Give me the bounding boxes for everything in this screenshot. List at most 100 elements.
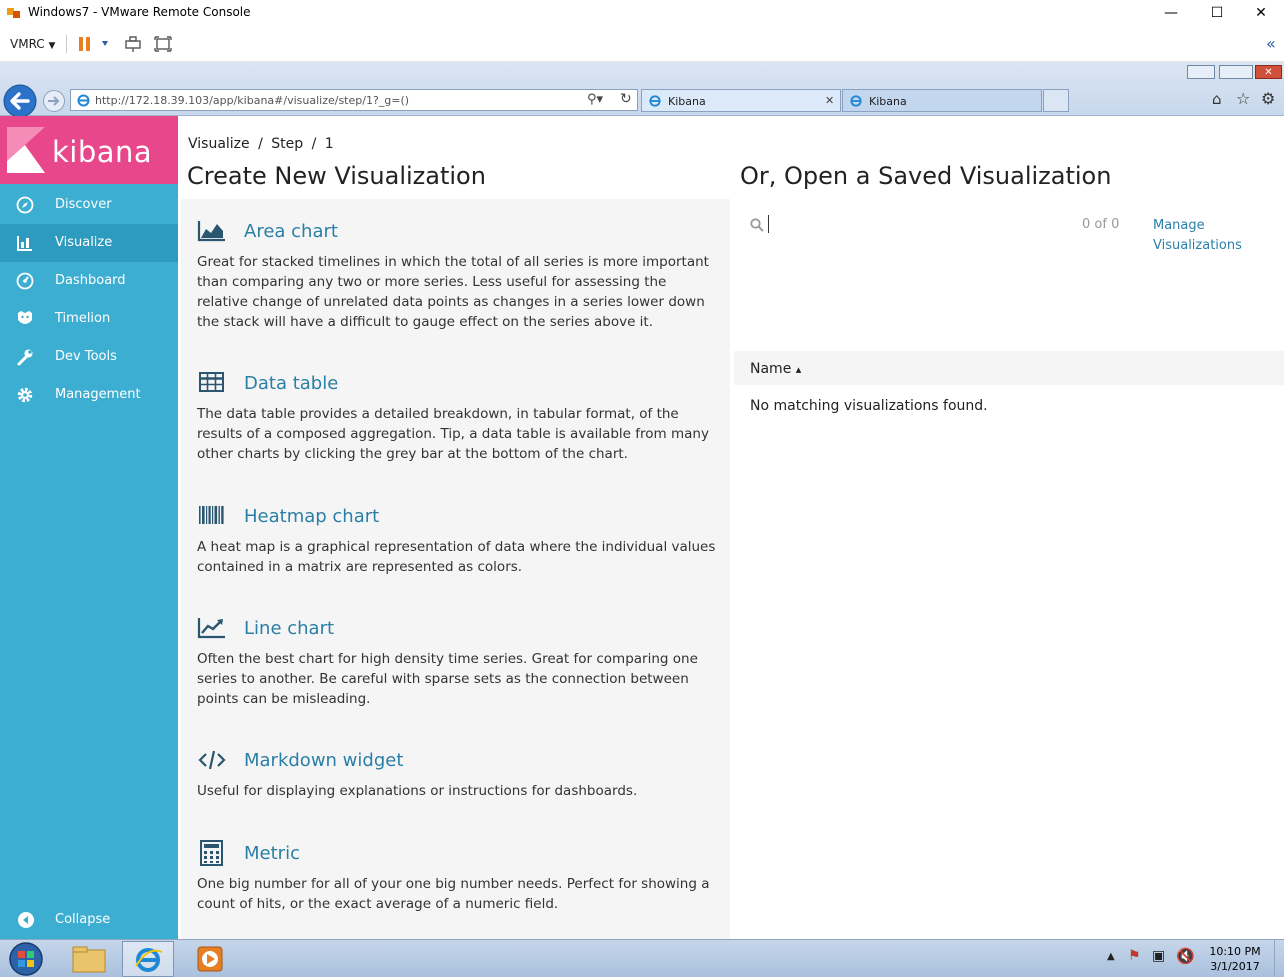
ie-tab-icon: [850, 95, 862, 107]
vmrc-menu-label: VMRC: [10, 37, 45, 51]
collapse-arrow-icon: [18, 912, 34, 928]
calculator-icon: [200, 840, 223, 866]
collapse-toolbar-icon[interactable]: «: [1266, 34, 1276, 53]
fullscreen-icon[interactable]: [154, 35, 172, 53]
sidebar-item-label: Visualize: [55, 235, 113, 250]
kibana-logo-icon: [7, 127, 45, 173]
forward-button[interactable]: [42, 89, 66, 113]
back-button[interactable]: [2, 83, 38, 119]
timelion-icon: [18, 311, 32, 324]
sidebar-item-dashboard[interactable]: Dashboard: [0, 262, 178, 300]
bar-chart-icon: [17, 236, 32, 251]
sidebar-item-label: Timelion: [55, 311, 111, 326]
collapse-button[interactable]: Collapse: [0, 901, 178, 939]
main-content: Visualize / Step / 1 Create New Visualiz…: [178, 116, 1284, 939]
wrench-icon: [17, 349, 33, 366]
breadcrumb: Visualize / Step / 1: [188, 136, 338, 152]
results-count: 0 of 0: [1082, 217, 1120, 232]
saved-visualizations-panel: 0 of 0 Manage Visualizations Name ▴ No m…: [734, 199, 1284, 939]
address-url[interactable]: http://172.18.39.103/app/kibana#/visuali…: [95, 94, 409, 107]
clock-time: 10:10 PM: [1209, 945, 1261, 958]
name-sort-control[interactable]: Name ▴: [750, 361, 801, 377]
sidebar-item-label: Dashboard: [55, 273, 126, 288]
manage-visualizations-link[interactable]: Manage Visualizations: [1153, 216, 1263, 256]
area-chart-icon: [197, 221, 225, 242]
code-icon: [198, 750, 226, 770]
ie-close-button[interactable]: ✕: [1255, 65, 1282, 79]
refresh-icon[interactable]: ↻: [620, 91, 632, 107]
vis-type-title[interactable]: Heatmap chart: [244, 506, 379, 527]
sidebar-item-visualize[interactable]: Visualize: [0, 224, 178, 262]
show-hidden-icons-icon[interactable]: ▲: [1107, 951, 1115, 962]
devices-icon[interactable]: [124, 35, 142, 53]
breadcrumb-separator: /: [311, 136, 317, 152]
close-tab-icon[interactable]: ✕: [825, 94, 834, 107]
pause-button[interactable]: [78, 37, 112, 51]
vis-type-title[interactable]: Area chart: [244, 221, 338, 242]
breadcrumb-step-number: 1: [324, 136, 334, 152]
window-title: Windows7 - VMware Remote Console: [28, 5, 251, 19]
ie-restore-button[interactable]: [1219, 65, 1253, 79]
vis-type-description: A heat map is a graphical representation…: [197, 539, 716, 575]
sidebar-item-dev-tools[interactable]: Dev Tools: [0, 338, 178, 376]
barcode-icon: [199, 506, 224, 524]
text-caret: [768, 215, 769, 233]
volume-muted-icon[interactable]: 🔇: [1176, 947, 1195, 965]
ie-taskbar-button[interactable]: [122, 941, 174, 977]
network-icon[interactable]: ▣: [1152, 948, 1165, 964]
sidebar-item-discover[interactable]: Discover: [0, 186, 178, 224]
sidebar-item-management[interactable]: Management: [0, 376, 178, 414]
ie-page-icon: [77, 94, 90, 107]
vis-type-title[interactable]: Line chart: [244, 618, 334, 639]
system-clock[interactable]: 10:10 PM 3/1/2017: [1200, 944, 1270, 974]
vis-type-description: Useful for displaying explanations or in…: [197, 783, 638, 799]
ie-minimize-button[interactable]: [1187, 65, 1215, 79]
tools-gear-icon[interactable]: ⚙: [1261, 89, 1275, 108]
search-icon: [750, 218, 764, 232]
browser-frame: http://172.18.39.103/app/kibana#/visuali…: [0, 62, 1284, 119]
new-tab-button[interactable]: [1043, 89, 1069, 112]
home-icon[interactable]: ⌂: [1212, 90, 1222, 108]
vis-type-title[interactable]: Markdown widget: [244, 750, 403, 771]
name-column-header[interactable]: Name ▴: [734, 351, 1284, 385]
address-bar[interactable]: http://172.18.39.103/app/kibana#/visuali…: [70, 89, 638, 111]
line-chart-icon: [197, 618, 225, 639]
close-button[interactable]: ✕: [1238, 0, 1284, 26]
search-dropdown-icon[interactable]: ⚲▾: [587, 92, 603, 107]
breadcrumb-separator: /: [258, 136, 263, 152]
toolbar-divider: [66, 35, 67, 53]
tab-label: Kibana: [668, 95, 706, 108]
browser-tab[interactable]: Kibana: [842, 89, 1042, 112]
vis-type-description: The data table provides a detailed break…: [197, 406, 709, 462]
vis-type-title[interactable]: Metric: [244, 843, 300, 864]
vis-type-title[interactable]: Data table: [244, 373, 338, 394]
vis-type-description: Often the best chart for high density ti…: [197, 651, 698, 707]
saved-search-input[interactable]: [766, 211, 1066, 237]
action-center-flag-icon[interactable]: ⚑: [1128, 948, 1141, 964]
create-visualization-title: Create New Visualization: [187, 162, 486, 190]
vis-type-description: One big number for all of your one big n…: [197, 876, 710, 912]
media-player-icon[interactable]: [196, 945, 224, 973]
minimize-button[interactable]: —: [1148, 0, 1194, 26]
breadcrumb-visualize[interactable]: Visualize: [188, 136, 250, 152]
sidebar-item-label: Discover: [55, 197, 112, 212]
sidebar-item-label: Dev Tools: [55, 349, 117, 364]
compass-icon: [16, 196, 34, 214]
browser-tab-active[interactable]: Kibana ✕: [641, 89, 841, 112]
kibana-logo-text: kibana: [52, 135, 153, 169]
dashboard-icon: [16, 272, 34, 290]
clock-date: 3/1/2017: [1210, 960, 1260, 973]
show-desktop-button[interactable]: [1274, 940, 1284, 977]
windows-taskbar: ▲ ⚑ ▣ 🔇 10:10 PM 3/1/2017: [0, 939, 1284, 977]
maximize-button[interactable]: ☐: [1194, 0, 1240, 26]
sidebar-item-timelion[interactable]: Timelion: [0, 300, 178, 338]
tab-label: Kibana: [869, 95, 907, 108]
file-explorer-icon[interactable]: [70, 943, 108, 975]
vmrc-menu-button[interactable]: VMRC ▼: [10, 37, 55, 51]
name-column-label: Name: [750, 361, 792, 377]
vmrc-title-bar: Windows7 - VMware Remote Console — ☐ ✕: [0, 0, 1284, 26]
start-button[interactable]: [6, 941, 46, 977]
kibana-logo[interactable]: kibana: [0, 116, 178, 184]
internet-explorer-icon: [135, 948, 163, 972]
favorites-star-icon[interactable]: ☆: [1236, 89, 1250, 108]
